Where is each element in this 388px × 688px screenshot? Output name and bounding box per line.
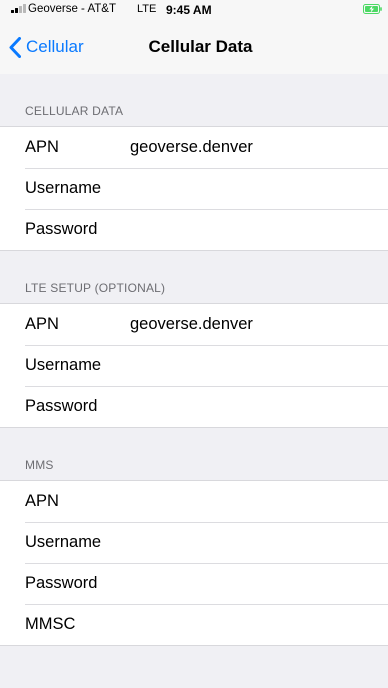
settings-group: APN geoverse.denver Username Password (0, 126, 388, 251)
cellular-data-screen: Geoverse - AT&T LTE 9:45 AM Cellular Cel… (0, 0, 388, 688)
status-bar: Geoverse - AT&T LTE 9:45 AM (0, 0, 388, 22)
section-header-label: MMS (25, 458, 54, 472)
field-label: Password (25, 574, 98, 592)
field-label: Password (25, 397, 98, 415)
username-field[interactable]: Username (0, 168, 388, 209)
password-field[interactable]: Password (0, 386, 388, 427)
apn-field[interactable]: APN geoverse.denver (0, 127, 388, 168)
field-label: Password (25, 220, 98, 238)
settings-list: CELLULAR DATA APN geoverse.denver Userna… (0, 74, 388, 646)
field-label: MMSC (25, 615, 76, 633)
settings-group: APN Username Password MMSC (0, 480, 388, 646)
signal-strength-icon (11, 4, 26, 13)
network-type: LTE (137, 3, 157, 15)
section-lte-setup: LTE SETUP (OPTIONAL) APN geoverse.denver… (0, 251, 388, 428)
apn-field[interactable]: APN (0, 481, 388, 522)
field-value[interactable]: geoverse.denver (130, 315, 253, 334)
field-label: APN (25, 315, 59, 333)
field-label: APN (25, 138, 59, 156)
navigation-bar: Cellular Cellular Data (0, 22, 388, 74)
mmsc-field[interactable]: MMSC (0, 604, 388, 645)
section-header: CELLULAR DATA (0, 74, 388, 126)
section-mms: MMS APN Username Password MMSC (0, 428, 388, 646)
battery-charging-icon (363, 4, 382, 14)
username-field[interactable]: Username (0, 345, 388, 386)
status-time: 9:45 AM (166, 3, 212, 17)
section-header: MMS (0, 428, 388, 480)
section-header-label: CELLULAR DATA (25, 104, 124, 118)
carrier-name: Geoverse - AT&T (28, 3, 116, 15)
password-field[interactable]: Password (0, 209, 388, 250)
field-label: Username (25, 533, 102, 551)
field-label: Username (25, 356, 102, 374)
section-cellular-data: CELLULAR DATA APN geoverse.denver Userna… (0, 74, 388, 251)
field-label: Username (25, 179, 102, 197)
username-field[interactable]: Username (0, 522, 388, 563)
password-field[interactable]: Password (0, 563, 388, 604)
field-label: APN (25, 492, 59, 510)
page-title: Cellular Data (148, 37, 253, 56)
field-value[interactable]: geoverse.denver (130, 138, 253, 157)
settings-group: APN geoverse.denver Username Password (0, 303, 388, 428)
section-header-label: LTE SETUP (OPTIONAL) (25, 281, 166, 295)
apn-field[interactable]: APN geoverse.denver (0, 304, 388, 345)
section-header: LTE SETUP (OPTIONAL) (0, 251, 388, 303)
